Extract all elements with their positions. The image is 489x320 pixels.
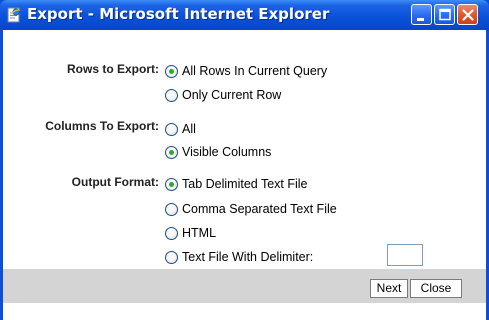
format-label-container: Output Format: [3, 175, 159, 191]
radio-comma-separated[interactable] [165, 202, 178, 216]
format-option-comma[interactable]: Comma Separated Text File [165, 201, 337, 217]
rows-option-all-rows[interactable]: All Rows In Current Query [165, 63, 327, 79]
radio-visible-columns[interactable] [165, 145, 178, 159]
minimize-button[interactable] [411, 4, 432, 25]
radio-all-columns[interactable] [165, 122, 178, 136]
format-option-html[interactable]: HTML [165, 225, 216, 241]
rows-to-export-label: Rows to Export: [67, 62, 159, 76]
maximize-button[interactable] [434, 4, 455, 25]
window-title: Export - Microsoft Internet Explorer [27, 5, 330, 23]
dialog-content: Rows to Export: All Rows In Current Quer… [3, 30, 486, 320]
minimize-icon [417, 18, 424, 21]
option-label: All Rows In Current Query [182, 64, 328, 78]
option-label: Text File With Delimiter: [182, 250, 314, 264]
columns-to-export-label: Columns To Export: [45, 119, 159, 133]
option-label: Visible Columns [182, 145, 272, 159]
dialog-window: Export - Microsoft Internet Explorer Row… [0, 0, 489, 320]
columns-label-container: Columns To Export: [3, 119, 159, 135]
format-option-tab[interactable]: Tab Delimited Text File [165, 176, 308, 192]
rows-option-current-row[interactable]: Only Current Row [165, 87, 281, 103]
radio-html[interactable] [165, 226, 178, 240]
option-label: Only Current Row [182, 88, 282, 102]
close-icon [462, 9, 474, 21]
title-bar[interactable]: Export - Microsoft Internet Explorer [0, 0, 489, 30]
radio-all-rows[interactable] [165, 64, 178, 78]
option-label: All [182, 122, 196, 136]
ie-document-icon [6, 7, 22, 23]
option-label: Comma Separated Text File [182, 202, 337, 216]
close-button[interactable]: Close [410, 279, 462, 298]
next-button[interactable]: Next [370, 279, 408, 298]
radio-text-delimiter[interactable] [165, 250, 178, 264]
radio-tab-delimited[interactable] [165, 177, 178, 191]
output-format-label: Output Format: [71, 175, 159, 189]
radio-current-row[interactable] [165, 88, 178, 102]
delimiter-input[interactable] [387, 244, 423, 266]
rows-label-container: Rows to Export: [3, 62, 159, 78]
columns-option-visible[interactable]: Visible Columns [165, 144, 271, 160]
columns-option-all[interactable]: All [165, 121, 196, 137]
format-option-delimiter[interactable]: Text File With Delimiter: [165, 249, 313, 265]
maximize-icon [439, 8, 451, 21]
option-label: Tab Delimited Text File [182, 177, 308, 191]
option-label: HTML [182, 226, 217, 240]
close-window-button[interactable] [457, 4, 478, 25]
